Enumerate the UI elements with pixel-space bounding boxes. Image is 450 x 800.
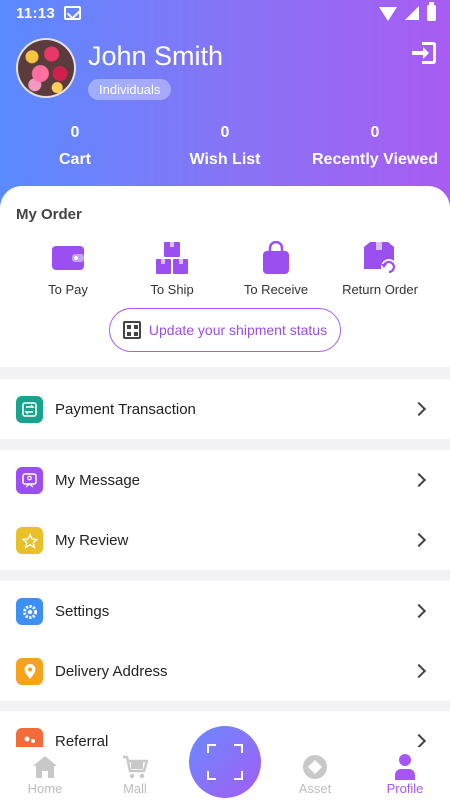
profile-stats: 0 Cart 0 Wish List 0 Recently Viewed [0, 124, 450, 169]
menu-settings[interactable]: Settings [0, 581, 450, 641]
signal-icon [405, 6, 419, 20]
order-item-label: To Pay [48, 282, 88, 297]
order-to-pay[interactable]: To Pay [16, 240, 120, 297]
menu-group-payment: Payment Transaction [0, 379, 450, 439]
shopping-bag-icon [263, 241, 289, 274]
status-time: 11:13 [16, 5, 56, 22]
stat-count: 0 [220, 124, 230, 141]
order-to-ship[interactable]: To Ship [120, 240, 224, 297]
stat-wish-list[interactable]: 0 Wish List [150, 124, 300, 169]
menu-label: My Message [55, 471, 141, 489]
location-pin-icon [16, 658, 43, 685]
menu-label: Settings [55, 602, 110, 620]
menu-label: My Review [55, 531, 129, 549]
order-item-label: To Ship [150, 282, 194, 297]
menu-delivery-address[interactable]: Delivery Address [0, 641, 450, 701]
update-shipment-button[interactable]: Update your shipment status [109, 308, 341, 352]
battery-icon [427, 2, 436, 21]
chevron-right-icon [411, 532, 427, 548]
scan-button[interactable] [189, 726, 261, 798]
menu-group-settings: Settings Delivery Address [0, 581, 450, 701]
home-icon [33, 756, 57, 778]
profile-header [0, 0, 450, 215]
logout-icon[interactable] [412, 42, 436, 64]
wallet-icon [52, 246, 84, 270]
my-order-title: My Order [16, 206, 82, 223]
menu-my-message[interactable]: My Message [0, 450, 450, 510]
order-return[interactable]: Return Order [328, 240, 432, 297]
stat-count: 0 [70, 124, 80, 141]
order-to-receive[interactable]: To Receive [224, 240, 328, 297]
gear-icon [16, 598, 43, 625]
stat-label: Recently Viewed [312, 151, 438, 168]
asset-icon [303, 755, 327, 779]
nav-label: Home [27, 781, 63, 796]
boxes-icon [156, 242, 188, 274]
person-icon [395, 754, 415, 780]
cart-icon [123, 755, 148, 779]
avatar[interactable] [16, 38, 76, 98]
order-item-label: Return Order [342, 282, 418, 297]
payment-transaction-icon [16, 396, 43, 423]
stat-count: 0 [370, 124, 380, 141]
chevron-right-icon [411, 603, 427, 619]
menu-my-review[interactable]: My Review [0, 510, 450, 570]
wifi-icon [379, 7, 397, 21]
user-name: John Smith [88, 41, 224, 71]
menu-group-messages: My Message My Review [0, 450, 450, 570]
nav-mall[interactable]: Mall [90, 747, 180, 800]
stat-label: Cart [58, 151, 91, 168]
menu-label: Payment Transaction [55, 400, 196, 418]
menu-label: Delivery Address [55, 662, 168, 680]
chevron-right-icon [411, 472, 427, 488]
mail-notification-icon [64, 6, 81, 20]
nav-asset[interactable]: Asset [270, 747, 360, 800]
order-item-label: To Receive [243, 282, 309, 297]
nav-label: Profile [386, 781, 424, 796]
review-star-icon [16, 527, 43, 554]
stat-cart[interactable]: 0 Cart [0, 124, 150, 169]
nav-label: Mall [123, 781, 147, 796]
stat-recently-viewed[interactable]: 0 Recently Viewed [300, 124, 450, 169]
stat-label: Wish List [189, 151, 261, 168]
status-bar: 11:13 [0, 0, 450, 28]
chevron-right-icon [411, 663, 427, 679]
menu-payment-transaction[interactable]: Payment Transaction [0, 379, 450, 439]
message-icon [16, 467, 43, 494]
chevron-right-icon [411, 733, 427, 749]
update-shipment-label: Update your shipment status [148, 322, 328, 338]
scan-icon [207, 744, 243, 780]
chevron-right-icon [411, 401, 427, 417]
return-box-icon [364, 242, 397, 275]
nav-profile[interactable]: Profile [360, 747, 450, 800]
qr-code-icon [122, 321, 141, 339]
nav-label: Asset [298, 781, 332, 796]
nav-home[interactable]: Home [0, 747, 90, 800]
account-type-badge: Individuals [88, 79, 172, 100]
my-order-card: My Order To Pay To Ship To Receive Retur… [0, 186, 450, 367]
